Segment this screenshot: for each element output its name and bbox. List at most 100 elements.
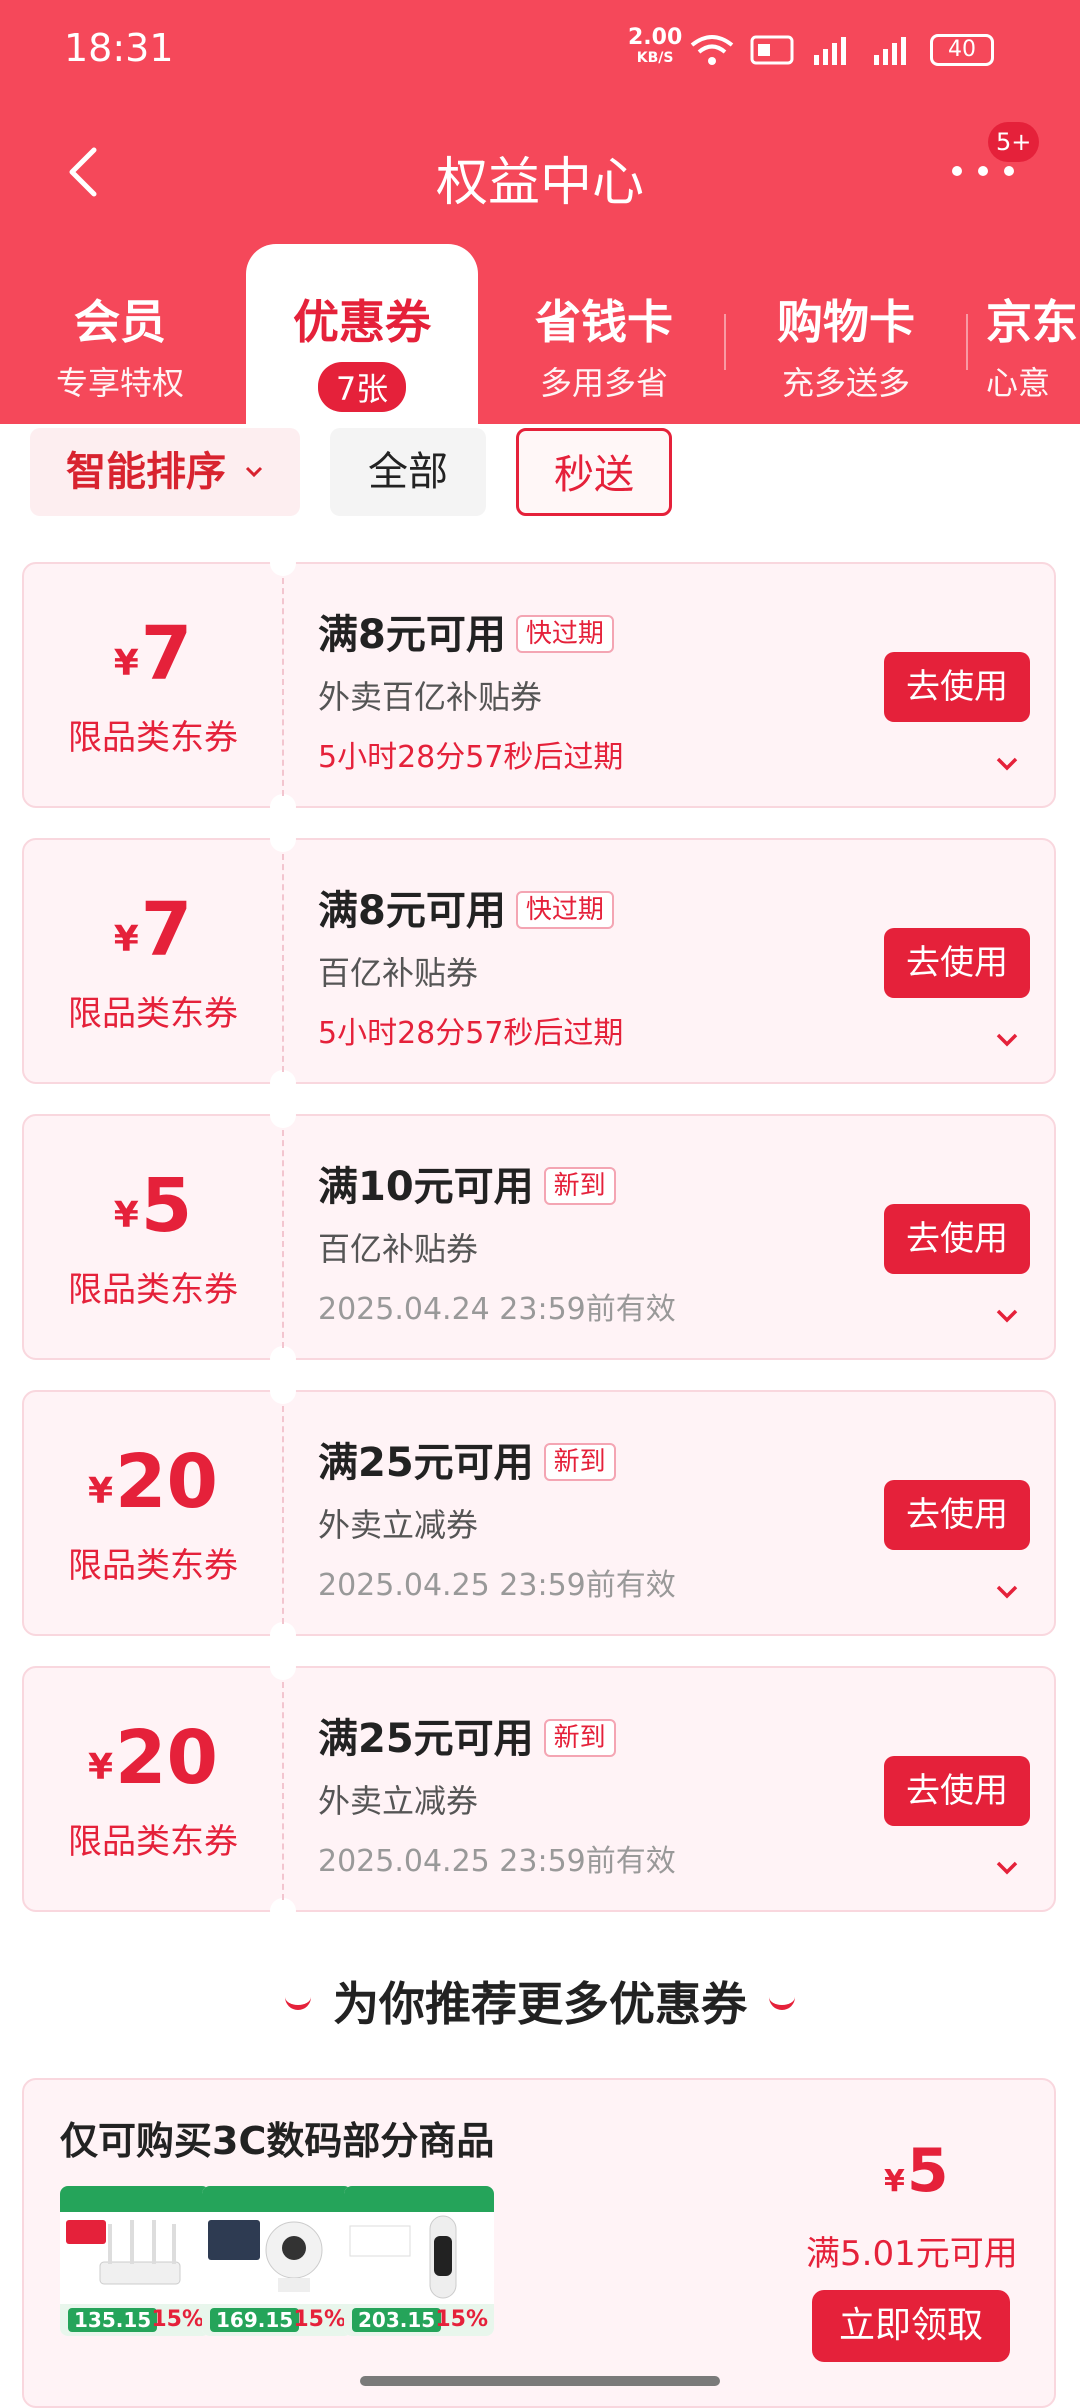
tab-jd[interactable]: 京东 心意 <box>986 244 1080 424</box>
hd-icon <box>750 35 794 65</box>
coupon-expiry: 5小时28分57秒后过期 <box>318 740 624 775</box>
coupon-value: ¥7 限品类东券 <box>24 564 282 806</box>
tab-label: 优惠券 <box>293 295 431 349</box>
coupon-name: 外卖百亿补贴券 <box>318 678 543 716</box>
coupon-card: ¥5 限品类东券 满10元可用 新到 百亿补贴券 2025.04.24 23:59… <box>22 1102 1056 1372</box>
tab-label: 京东 <box>986 295 1078 349</box>
coupon-amount: 20 <box>115 1439 219 1525</box>
coupon-amount: 5 <box>140 1163 193 1249</box>
product-thumbnail-router[interactable]: 135.15 15% <box>60 2186 210 2336</box>
tab-sub: 心意 <box>986 364 1051 402</box>
notch <box>270 1898 296 1924</box>
sort-dropdown[interactable]: 智能排序 <box>30 428 300 516</box>
use-coupon-button[interactable]: 去使用 <box>884 1480 1030 1550</box>
tab-label: 购物卡 <box>777 295 915 349</box>
coupon-condition: 满8元可用 <box>318 888 506 934</box>
coupon-card: ¥20 限品类东券 满25元可用 新到 外卖立减券 2025.04.25 23:5… <box>22 1654 1056 1924</box>
notch <box>270 1622 296 1648</box>
notch <box>270 794 296 820</box>
chevron-down-icon[interactable] <box>992 1030 1022 1050</box>
coupon-card: ¥7 限品类东券 满8元可用 快过期 百亿补贴券 5小时28分57秒后过期 去使用 <box>22 826 1056 1096</box>
camera-icon <box>208 2220 323 2292</box>
coupon-scope: 限品类东券 <box>68 994 238 1034</box>
recommend-title-text: 为你推荐更多优惠券 <box>333 1977 747 2031</box>
tab-shopping-card[interactable]: 购物卡 充多送多 <box>726 244 966 424</box>
notch <box>270 826 296 852</box>
network-speed-unit: KB/S <box>636 50 674 66</box>
recommend-section-title: 为你推荐更多优惠券 <box>0 1968 1080 2034</box>
coupon-condition: 满25元可用 <box>318 1716 534 1762</box>
coupon-amount: 7 <box>140 887 193 973</box>
title-bar: 权益中心 5+ <box>0 120 1080 220</box>
smile-decoration-icon <box>769 1996 795 2010</box>
tab-bar: 会员 专享特权 优惠券 7张 省钱卡 多用多省 购物卡 充多送多 京东 心意 <box>0 244 1080 424</box>
tab-sub: 充多送多 <box>781 364 910 402</box>
filter-bar: 智能排序 全部 秒送 <box>0 424 1080 524</box>
use-coupon-button[interactable]: 去使用 <box>884 1756 1030 1826</box>
chevron-down-icon[interactable] <box>992 754 1022 774</box>
use-coupon-button[interactable]: 去使用 <box>884 652 1030 722</box>
filter-instant[interactable]: 秒送 <box>516 428 672 516</box>
chevron-down-icon <box>245 466 263 478</box>
notch <box>270 1346 296 1372</box>
coupon-scope: 限品类东券 <box>68 1546 238 1586</box>
coupon-amount: 20 <box>115 1715 219 1801</box>
product-price: 135.15 <box>68 2308 158 2332</box>
currency-symbol: ¥ <box>884 2164 905 2199</box>
tab-label: 省钱卡 <box>535 295 673 349</box>
chevron-down-icon[interactable] <box>992 1582 1022 1602</box>
battery-icon: 40 <box>930 34 994 66</box>
tab-saving-card[interactable]: 省钱卡 多用多省 <box>484 244 724 424</box>
page-title: 权益中心 <box>435 153 644 213</box>
coupon-expiry: 2025.04.25 23:59前有效 <box>318 1568 676 1603</box>
recommend-condition: 满5.01元可用 <box>806 2234 1018 2274</box>
chevron-down-icon[interactable] <box>992 1306 1022 1326</box>
product-thumbnail-camera[interactable]: 169.15 15% <box>202 2186 352 2336</box>
status-icons: 40 <box>690 30 994 70</box>
tab-divider <box>966 314 968 370</box>
tab-member[interactable]: 会员 专享特权 <box>0 244 240 424</box>
coupon-count-badge: 7张 <box>317 362 407 412</box>
product-price: 169.15 <box>210 2308 300 2332</box>
coupon-tag: 新到 <box>543 1719 616 1757</box>
use-coupon-button[interactable]: 去使用 <box>884 928 1030 998</box>
notch <box>270 1070 296 1096</box>
coupon-tag: 新到 <box>543 1443 616 1481</box>
coupon-condition: 满10元可用 <box>318 1164 534 1210</box>
dashed-divider <box>282 578 284 796</box>
signal-5g-icon-1 <box>814 37 846 65</box>
chevron-down-icon[interactable] <box>992 1858 1022 1878</box>
home-indicator[interactable] <box>360 2376 720 2386</box>
recommend-card-title: 仅可购买3C数码部分商品 <box>60 2119 495 2163</box>
product-thumbnail-band[interactable]: 203.15 15% <box>344 2186 494 2336</box>
coupon-tag: 快过期 <box>515 891 614 929</box>
coupon-expiry: 5小时28分57秒后过期 <box>318 1016 624 1051</box>
claim-coupon-button[interactable]: 立即领取 <box>812 2290 1010 2362</box>
coupon-value: ¥5 限品类东券 <box>24 1116 282 1358</box>
recommend-amount-value: 5 <box>906 2136 949 2206</box>
dashed-divider <box>282 1130 284 1348</box>
coupon-amount: 7 <box>140 611 193 697</box>
currency-symbol: ¥ <box>113 643 139 684</box>
tab-sub: 专享特权 <box>55 364 184 402</box>
tab-coupons[interactable]: 优惠券 7张 <box>246 244 478 424</box>
use-coupon-button[interactable]: 去使用 <box>884 1204 1030 1274</box>
coupon-value: ¥7 限品类东券 <box>24 840 282 1082</box>
network-speed-value: 2.00 <box>628 25 683 50</box>
coupon-expiry: 2025.04.24 23:59前有效 <box>318 1292 676 1327</box>
signal-5g-icon-2 <box>874 37 906 65</box>
coupon-card: ¥20 限品类东券 满25元可用 新到 外卖立减券 2025.04.25 23:5… <box>22 1378 1056 1648</box>
dashed-divider <box>282 1406 284 1624</box>
coupon-value: ¥20 限品类东券 <box>24 1668 282 1910</box>
coupon-name: 百亿补贴券 <box>318 1230 479 1268</box>
coupon-scope: 限品类东券 <box>68 718 238 758</box>
coupon-condition: 满8元可用 <box>318 612 506 658</box>
coupon-card: ¥7 限品类东券 满8元可用 快过期 外卖百亿补贴券 5小时28分57秒后过期 去… <box>22 550 1056 820</box>
recommended-coupon-card: 仅可购买3C数码部分商品 135.15 15% 169.15 15% 203.1… <box>22 2078 1056 2408</box>
coupon-scope: 限品类东券 <box>68 1270 238 1310</box>
currency-symbol: ¥ <box>113 1195 139 1236</box>
currency-symbol: ¥ <box>113 919 139 960</box>
filter-all[interactable]: 全部 <box>330 428 486 516</box>
tab-sub: 多用多省 <box>539 364 668 402</box>
smile-decoration-icon <box>285 1996 311 2010</box>
